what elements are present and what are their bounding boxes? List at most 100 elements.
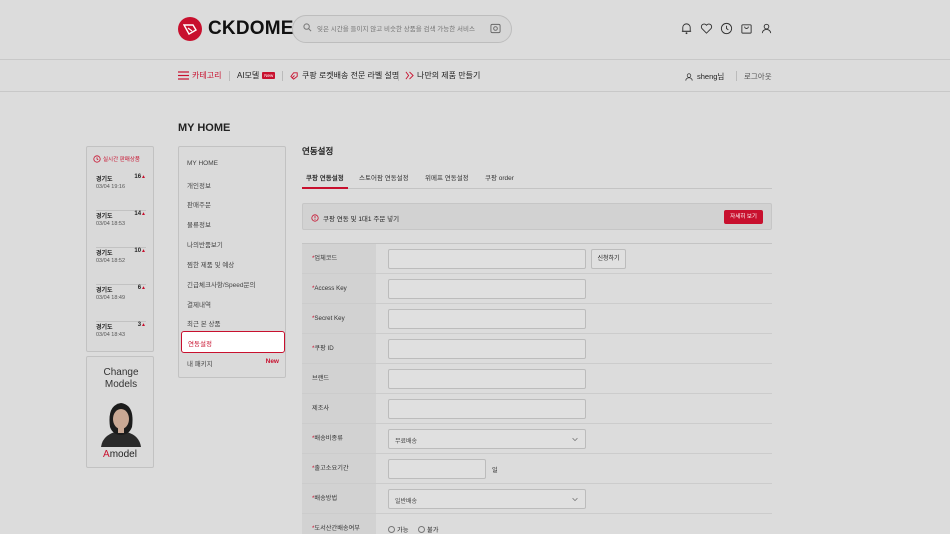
form-row-shipping-fee: *배송비종류 무료배송 xyxy=(302,424,772,454)
realtime-time: 03/04 18:43 xyxy=(96,332,126,338)
nav-rocket[interactable]: 쿠팡 로켓배송 전문 라벨 설명 xyxy=(290,70,399,81)
image-search-icon[interactable] xyxy=(490,23,501,34)
vendor-code-input[interactable] xyxy=(388,249,586,269)
change-models-card[interactable]: Change Models Amodel xyxy=(86,356,154,468)
realtime-region: 경기도 xyxy=(96,214,113,220)
form-row-lead-time: *출고소요기간 일 xyxy=(302,454,772,484)
shipping-method-label: *배송방법 xyxy=(302,484,376,513)
logo[interactable]: CKDOME xyxy=(178,17,294,41)
menu-item-wishlist[interactable]: 찜한 제품 및 예상 xyxy=(187,259,234,269)
notice-banner: 쿠팡 연동 및 1대1 주문 넣기 자세히 보기 xyxy=(302,203,772,230)
notice-text: 쿠팡 연동 및 1대1 주문 넣기 xyxy=(311,213,399,223)
realtime-time: 03/04 19:16 xyxy=(96,184,126,190)
shipping-method-value: 일반배송 xyxy=(395,499,418,505)
secret-key-input[interactable] xyxy=(388,309,586,329)
radio-option-no[interactable]: 불가 xyxy=(418,525,438,534)
radio-option-yes[interactable]: 가능 xyxy=(388,525,408,534)
header-icons xyxy=(680,22,773,35)
brand-label: 브랜드 xyxy=(302,364,376,393)
nav-user[interactable]: sheng님 xyxy=(684,71,724,82)
header: CKDOME xyxy=(0,0,950,60)
apply-button[interactable]: 신청하기 xyxy=(591,249,626,269)
nav-ai-model[interactable]: AI모델 New xyxy=(237,70,276,81)
clock-icon xyxy=(93,155,101,163)
realtime-title: 실시간 판매상품 xyxy=(103,157,140,163)
sparkle-icon xyxy=(405,71,414,80)
realtime-count: 3▲ xyxy=(137,322,146,328)
heart-icon[interactable] xyxy=(700,22,713,35)
model-brand: Amodel xyxy=(103,449,137,460)
info-icon xyxy=(311,214,319,222)
form-row-secret-key: *Secret Key xyxy=(302,304,772,334)
realtime-time: 03/04 18:49 xyxy=(96,295,126,301)
logout-link[interactable]: 로그아웃 xyxy=(744,71,772,82)
cart-icon[interactable] xyxy=(740,22,753,35)
nav-rocket-label: 쿠팡 로켓배송 전문 라벨 설명 xyxy=(302,71,400,80)
form-row-brand: 브랜드 xyxy=(302,364,772,394)
lead-time-input[interactable] xyxy=(388,459,486,479)
nav-user-label: sheng님 xyxy=(697,72,725,81)
my-home-menu: MY HOME 개인정보 판매주문 물류정보 나의반품보기 찜한 제품 및 예상… xyxy=(178,146,286,378)
tab-coupang-order[interactable]: 쿠팡 order xyxy=(485,172,514,182)
access-key-input[interactable] xyxy=(388,279,586,299)
form-row-manufacturer: 제조사 xyxy=(302,394,772,424)
tab-storefarm[interactable]: 스토어팜 연동설정 xyxy=(359,172,409,182)
menu-item-integration-settings[interactable]: 연동설정 xyxy=(181,331,285,353)
coupang-id-label: *쿠팡 ID xyxy=(302,334,376,363)
nav-custom[interactable]: 나만의 제품 만들기 xyxy=(405,70,480,81)
integration-form: *업체코드 신청하기 *Access Key *Secret Key *쿠팡 I… xyxy=(302,243,772,534)
new-badge: New xyxy=(265,358,279,365)
shipping-fee-value: 무료배송 xyxy=(395,439,418,445)
realtime-region: 경기도 xyxy=(96,288,113,294)
realtime-item[interactable]: 경기도 14▲ 03/04 18:53 xyxy=(96,211,146,248)
chevron-down-icon xyxy=(572,497,578,502)
menu-item-payments[interactable]: 결제내역 xyxy=(187,299,211,309)
realtime-item[interactable]: 경기도 10▲ 03/04 18:52 xyxy=(96,248,146,285)
realtime-item[interactable]: 경기도 3▲ 03/04 18:43 xyxy=(96,322,146,359)
coupang-id-input[interactable] xyxy=(388,339,586,359)
hamburger-icon xyxy=(178,71,189,80)
nav-category-label: 카테고리 xyxy=(192,71,222,80)
menu-item-sales-orders[interactable]: 판매주문 xyxy=(187,199,211,209)
details-button[interactable]: 자세히 보기 xyxy=(724,210,763,224)
menu-item-recent[interactable]: 최근 본 상품 xyxy=(187,318,221,328)
manufacturer-input[interactable] xyxy=(388,399,586,419)
shipping-method-select[interactable]: 일반배송 xyxy=(388,489,586,509)
form-row-coupang-id: *쿠팡 ID xyxy=(302,334,772,364)
radio-icon xyxy=(388,526,395,533)
brand-input[interactable] xyxy=(388,369,586,389)
realtime-item[interactable]: 경기도 6▲ 03/04 18:49 xyxy=(96,285,146,322)
brand-name: CKDOME xyxy=(208,18,294,39)
user-icon[interactable] xyxy=(760,22,773,35)
realtime-time: 03/04 18:53 xyxy=(96,221,126,227)
secret-key-label: *Secret Key xyxy=(302,304,376,333)
bell-icon[interactable] xyxy=(680,22,693,35)
lead-time-unit: 일 xyxy=(492,467,498,474)
realtime-region: 경기도 xyxy=(96,251,113,257)
tab-wemakeprice[interactable]: 위메프 연동설정 xyxy=(425,172,469,182)
shipping-fee-select[interactable]: 무료배송 xyxy=(388,429,586,449)
section-title: 연동설정 xyxy=(302,146,334,156)
user-icon xyxy=(685,72,693,81)
main-nav: 카테고리 AI모델 New 쿠팡 로켓배송 전문 라벨 설명 나만의 제품 만들… xyxy=(0,60,950,92)
form-row-access-key: *Access Key xyxy=(302,274,772,304)
menu-item-my-home[interactable]: MY HOME xyxy=(187,160,218,167)
menu-item-profile[interactable]: 개인정보 xyxy=(187,180,211,190)
radio-icon xyxy=(418,526,425,533)
clock-icon[interactable] xyxy=(720,22,733,35)
menu-item-returns[interactable]: 나의반품보기 xyxy=(187,239,223,249)
realtime-count: 10▲ xyxy=(134,248,146,254)
model-photo xyxy=(101,403,141,447)
realtime-time: 03/04 18:52 xyxy=(96,258,126,264)
nav-category[interactable]: 카테고리 xyxy=(178,70,221,81)
search-input[interactable] xyxy=(317,22,487,36)
logo-mark-icon xyxy=(178,17,202,41)
tab-coupang[interactable]: 쿠팡 연동설정 xyxy=(306,172,344,182)
menu-item-integration-label: 연동설정 xyxy=(188,341,212,348)
menu-item-logistics[interactable]: 물류정보 xyxy=(187,219,211,229)
menu-item-my-package[interactable]: 내 패키지 xyxy=(187,358,213,368)
menu-item-speed-inquiry[interactable]: 긴급체크사항/Speed문의 xyxy=(187,279,255,289)
new-badge: New xyxy=(262,72,276,79)
realtime-item[interactable]: 경기도 16▲ 03/04 19:16 xyxy=(96,174,146,211)
search-bar[interactable] xyxy=(292,15,512,43)
